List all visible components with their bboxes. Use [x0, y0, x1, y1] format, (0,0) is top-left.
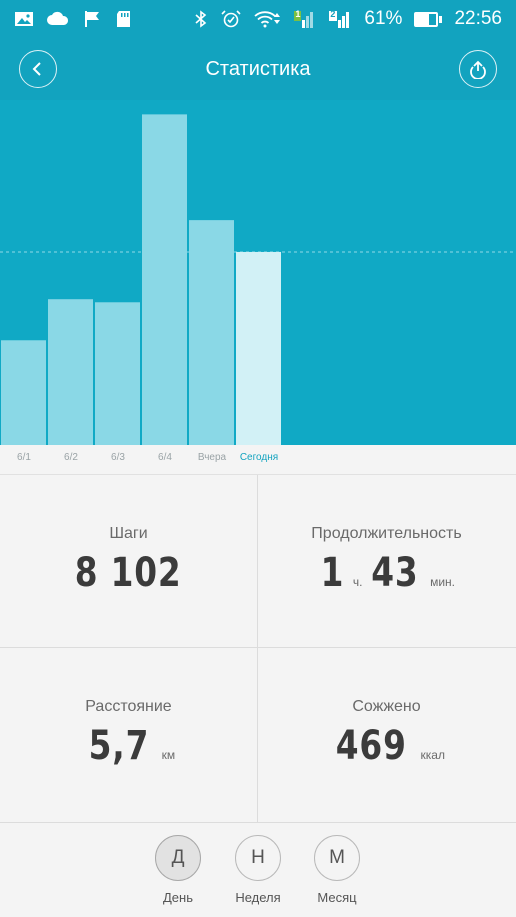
- chart-bar[interactable]: [1, 340, 46, 445]
- status-left-icons: [14, 10, 134, 28]
- status-right-icons: 1 2 61% 22:56: [194, 8, 502, 30]
- signal-sim1-icon: 1: [292, 9, 316, 28]
- sd-card-icon: [114, 10, 134, 28]
- stats-grid: Шаги 8 102 Продолжительность 1 ч. 43 мин…: [0, 475, 516, 822]
- duration-minutes-unit: мин.: [430, 575, 456, 589]
- stat-duration: Продолжительность 1 ч. 43 мин.: [258, 475, 515, 647]
- cloud-icon: [46, 10, 70, 28]
- duration-hours: 1: [320, 550, 345, 596]
- x-tick-label: 6/2: [64, 452, 78, 463]
- battery-icon: [414, 11, 443, 27]
- burned-value-row: 469 ккал: [258, 723, 515, 769]
- tab-week-circle[interactable]: Н: [235, 835, 281, 881]
- stat-burned: Сожжено 469 ккал: [258, 648, 515, 820]
- clock-time: 22:56: [454, 8, 502, 29]
- page-title: Статистика: [205, 58, 311, 80]
- battery-percent: 61%: [364, 8, 403, 29]
- x-tick-label: Вчера: [197, 452, 227, 463]
- tab-month[interactable]: М Месяц: [297, 835, 377, 905]
- steps-chart[interactable]: [0, 100, 516, 445]
- burned-unit: ккал: [420, 748, 445, 762]
- distance-value-row: 5,7 км: [0, 723, 257, 769]
- distance-label: Расстояние: [85, 698, 172, 715]
- duration-minutes: 43: [371, 550, 419, 596]
- steps-value-row: 8 102: [0, 550, 257, 596]
- chart-bar[interactable]: [95, 302, 140, 445]
- bluetooth-icon: [194, 10, 208, 28]
- x-tick-label: Сегодня: [239, 452, 279, 463]
- tab-week-label: Неделя: [235, 890, 281, 905]
- x-tick-label: 6/1: [17, 452, 31, 463]
- alarm-icon: [220, 10, 242, 28]
- steps-chart-svg: [0, 114, 516, 445]
- period-tabbar: Д День Н Неделя М Месяц: [0, 822, 516, 917]
- tab-day[interactable]: Д День: [138, 835, 218, 905]
- app-header: Статистика: [0, 38, 516, 100]
- sim2-label: 2: [330, 9, 336, 19]
- wifi-icon: [254, 10, 281, 28]
- duration-label: Продолжительность: [311, 525, 462, 542]
- tab-month-circle[interactable]: М: [314, 835, 360, 881]
- distance-value: 5,7: [88, 723, 150, 769]
- chart-bar[interactable]: [142, 114, 187, 445]
- sim1-label: 1: [295, 9, 301, 19]
- share-button[interactable]: [459, 50, 497, 88]
- chart-bar[interactable]: [189, 220, 234, 445]
- tab-day-label: День: [163, 890, 193, 905]
- tab-week[interactable]: Н Неделя: [218, 835, 298, 905]
- signal-sim2-icon: 2: [328, 9, 352, 28]
- chart-x-axis: 6/1 6/2 6/3 6/4 Вчера Сегодня: [0, 445, 516, 475]
- flag-icon: [82, 10, 102, 28]
- distance-unit: км: [161, 748, 176, 762]
- status-bar: 1 2 61% 22:56: [0, 0, 516, 38]
- x-tick-label: 6/4: [158, 452, 172, 463]
- duration-value-row: 1 ч. 43 мин.: [258, 550, 515, 596]
- tab-month-label: Месяц: [317, 890, 357, 905]
- burned-value: 469: [335, 723, 407, 769]
- stat-steps: Шаги 8 102: [0, 475, 257, 647]
- chart-bar[interactable]: [48, 299, 93, 445]
- chart-bar[interactable]: [236, 251, 281, 445]
- image-icon: [14, 10, 34, 28]
- x-tick-label: 6/3: [111, 452, 125, 463]
- burned-label: Сожжено: [352, 698, 421, 715]
- steps-value: 8 102: [75, 550, 182, 596]
- upload-icon: [468, 59, 488, 79]
- steps-label: Шаги: [109, 525, 148, 542]
- tab-day-circle[interactable]: Д: [155, 835, 201, 881]
- duration-hours-unit: ч.: [352, 575, 363, 589]
- stat-distance: Расстояние 5,7 км: [0, 648, 257, 820]
